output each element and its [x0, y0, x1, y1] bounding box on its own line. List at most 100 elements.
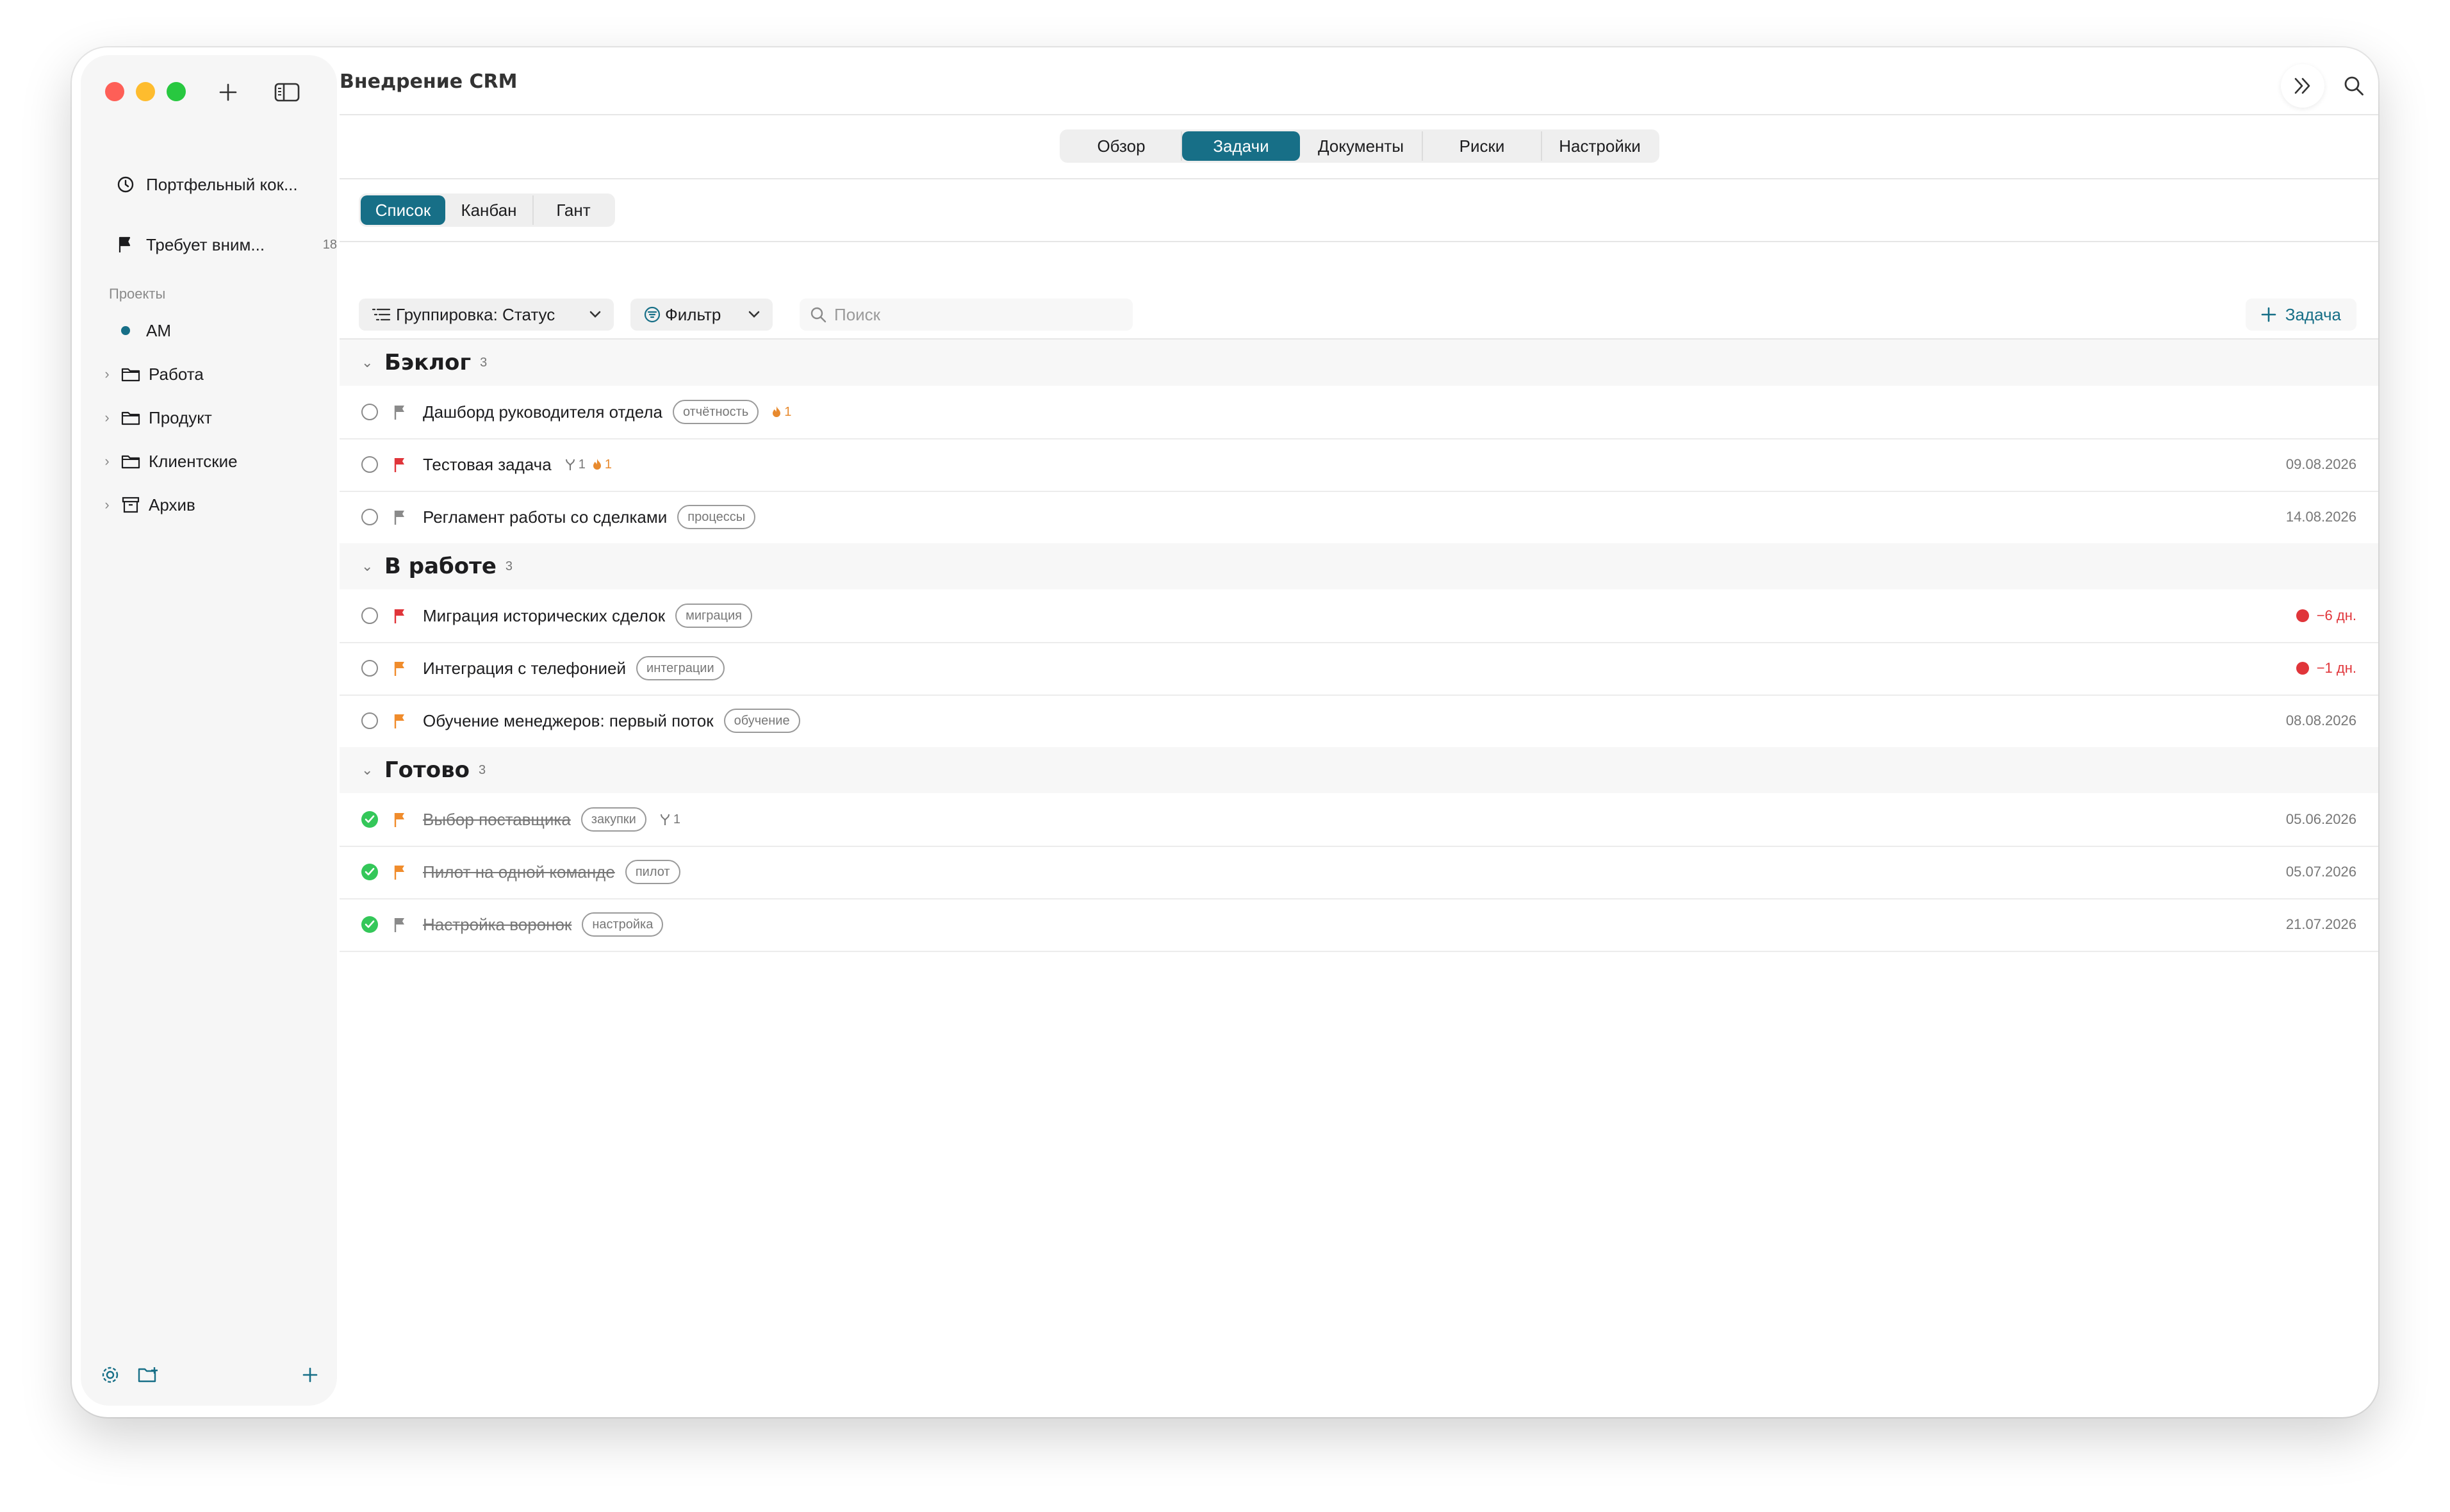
count-badge: 18 — [322, 237, 337, 252]
flag-icon — [113, 236, 138, 254]
filter-dropdown[interactable]: Фильтр — [630, 299, 773, 331]
flag-icon[interactable] — [393, 916, 407, 933]
new-item-button[interactable] — [214, 78, 242, 106]
folder-icon — [120, 454, 141, 469]
task-tag[interactable]: отчётность — [672, 400, 759, 424]
group-by-dropdown[interactable]: Группировка: Статус — [359, 299, 614, 331]
flag-icon[interactable] — [393, 811, 407, 828]
task-checkbox[interactable] — [361, 456, 378, 473]
task-row[interactable]: Регламент работы со сделками процессы 14… — [340, 491, 2378, 545]
archive-icon — [120, 497, 141, 513]
add-task-button[interactable]: Задача — [2245, 299, 2356, 331]
page-title: Внедрение CRM — [340, 70, 518, 93]
group-name: Бэклог — [384, 350, 472, 375]
task-checkbox-checked[interactable] — [361, 811, 378, 828]
task-row[interactable]: Интеграция с телефонией интеграции −1 дн… — [340, 642, 2378, 696]
filter-label: Фильтр — [665, 304, 721, 324]
chevron-right-icon[interactable]: › — [99, 366, 115, 382]
tab-overview[interactable]: Обзор — [1062, 131, 1182, 161]
sidebar-item-label: Архив — [149, 495, 195, 514]
task-name: Интеграция с телефонией — [423, 658, 627, 678]
sidebar-item-attention[interactable]: Требует вним... 18 — [113, 226, 337, 264]
task-tag[interactable]: настройка — [582, 912, 664, 937]
tab-settings[interactable]: Настройки — [1542, 131, 1657, 161]
task-row[interactable]: Обучение менеджеров: первый поток обучен… — [340, 694, 2378, 748]
task-checkbox[interactable] — [361, 404, 378, 420]
task-checkbox-checked[interactable] — [361, 916, 378, 933]
clock-icon — [113, 176, 138, 193]
chevron-down-icon[interactable]: ⌄ — [361, 354, 377, 371]
task-name: Тестовая задача — [423, 454, 552, 474]
subtask-indicator: 1 — [564, 457, 586, 472]
flag-icon[interactable] — [393, 712, 407, 729]
flag-icon[interactable] — [393, 404, 407, 420]
minimize-window-button[interactable] — [136, 82, 155, 101]
group-header-in-progress[interactable]: ⌄ В работе 3 — [340, 543, 2378, 589]
task-tag[interactable]: обучение — [723, 709, 800, 733]
chevron-right-icon[interactable]: › — [99, 453, 115, 470]
chevron-right-icon[interactable]: › — [99, 497, 115, 513]
group-header-done[interactable]: ⌄ Готово 3 — [340, 747, 2378, 793]
sidebar-project-product[interactable]: › Продукт — [99, 399, 211, 437]
chevron-down-icon[interactable]: ⌄ — [361, 558, 377, 575]
flag-icon[interactable] — [393, 607, 407, 624]
task-checkbox[interactable] — [361, 660, 378, 677]
task-row[interactable]: Тестовая задача 1 1 09.08.2026 — [340, 438, 2378, 492]
close-window-button[interactable] — [105, 82, 124, 101]
task-checkbox[interactable] — [361, 607, 378, 624]
gear-icon — [102, 1367, 119, 1383]
task-checkbox-checked[interactable] — [361, 864, 378, 880]
sidebar-item-label: АМ — [146, 320, 171, 340]
sidebar-project-clients[interactable]: › Клиентские — [99, 442, 237, 481]
filter-icon — [644, 306, 661, 323]
chevron-down-icon — [748, 311, 760, 318]
tab-tasks[interactable]: Задачи — [1182, 131, 1300, 161]
task-tag[interactable]: интеграции — [636, 656, 725, 680]
main-tabs: Обзор Задачи Документы Риски Настройки — [1060, 129, 1659, 163]
chevron-right-icon[interactable]: › — [99, 409, 115, 426]
sidebar-item-portfolio[interactable]: Портфельный кок... — [113, 165, 318, 204]
new-folder-button[interactable] — [135, 1362, 163, 1388]
view-list[interactable]: Список — [361, 195, 445, 225]
flag-icon[interactable] — [393, 864, 407, 880]
group-name: В работе — [384, 554, 497, 579]
task-tag[interactable]: закупки — [580, 807, 646, 832]
tab-risks[interactable]: Риски — [1423, 131, 1542, 161]
toggle-sidebar-button[interactable] — [273, 78, 301, 106]
task-name: Регламент работы со сделками — [423, 507, 668, 527]
tab-documents[interactable]: Документы — [1300, 131, 1423, 161]
task-tag[interactable]: процессы — [677, 505, 756, 529]
search-icon — [2344, 76, 2364, 95]
sidebar-project-am[interactable]: АМ — [113, 311, 171, 350]
zoom-window-button[interactable] — [167, 82, 186, 101]
task-tag[interactable]: миграция — [675, 604, 753, 628]
chevron-down-icon — [589, 311, 601, 318]
view-gantt[interactable]: Гант — [534, 195, 613, 225]
expand-inspector-button[interactable] — [2281, 64, 2324, 108]
task-row[interactable]: Дашборд руководителя отдела отчётность 1 — [340, 386, 2378, 440]
sidebar-project-archive[interactable]: › Архив — [99, 486, 195, 524]
task-row[interactable]: Миграция исторических сделок миграция −6… — [340, 589, 2378, 643]
view-kanban[interactable]: Канбан — [445, 195, 534, 225]
flag-icon[interactable] — [393, 509, 407, 525]
plus-icon — [2261, 307, 2276, 322]
settings-button[interactable] — [97, 1362, 123, 1388]
task-due-date: 05.06.2026 — [2285, 811, 2356, 827]
add-project-button[interactable] — [297, 1362, 323, 1388]
task-due-date: 08.08.2026 — [2285, 712, 2356, 728]
search-input[interactable]: Поиск — [800, 299, 1133, 331]
task-row[interactable]: Настройка воронок настройка 21.07.2026 — [340, 898, 2378, 952]
task-row[interactable]: Пилот на одной команде пилот 05.07.2026 — [340, 846, 2378, 900]
chevron-down-icon[interactable]: ⌄ — [361, 762, 377, 778]
task-checkbox[interactable] — [361, 712, 378, 729]
sidebar-project-work[interactable]: › Работа — [99, 355, 203, 393]
priority-fire-indicator: 1 — [771, 405, 791, 420]
flag-icon[interactable] — [393, 456, 407, 473]
task-row[interactable]: Выбор поставщика закупки 1 05.06.2026 — [340, 793, 2378, 847]
task-name: Обучение менеджеров: первый поток — [423, 711, 714, 730]
search-button[interactable] — [2332, 64, 2376, 108]
task-checkbox[interactable] — [361, 509, 378, 525]
task-tag[interactable]: пилот — [625, 860, 680, 884]
flag-icon[interactable] — [393, 660, 407, 677]
group-header-backlog[interactable]: ⌄ Бэклог 3 — [340, 340, 2378, 386]
